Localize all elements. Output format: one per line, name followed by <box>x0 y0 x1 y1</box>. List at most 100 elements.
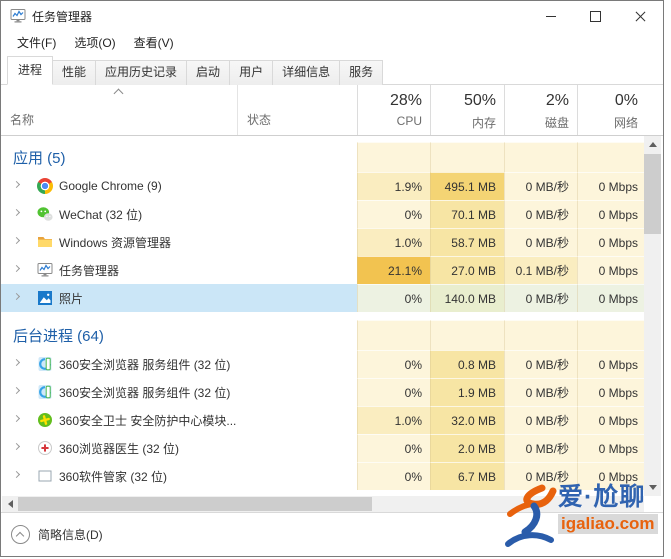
process-table: 应用 (5) Google Chrome (9) 1.9% 495.1 MB 0 MB/… <box>1 136 646 496</box>
triangle-up-icon <box>648 142 657 147</box>
vertical-scrollbar-thumb[interactable] <box>644 154 661 234</box>
watermark-text: 爱·尬聊 igaliao.com <box>558 482 670 556</box>
process-name-cell: 360浏览器医生 (32 位) <box>1 434 237 462</box>
tab-services[interactable]: 服务 <box>339 60 384 85</box>
tab-users[interactable]: 用户 <box>229 60 274 85</box>
vertical-scrollbar[interactable] <box>644 136 661 496</box>
process-name-cell: WeChat (32 位) <box>1 200 237 228</box>
process-row[interactable]: 360安全卫士 安全防护中心模块... 1.0% 32.0 MB 0 MB/秒 0 Mb… <box>1 406 646 434</box>
tab-details[interactable]: 详细信息 <box>272 60 341 85</box>
cpu-total-percent: 28% <box>389 92 422 109</box>
tab-startup[interactable]: 启动 <box>186 60 231 85</box>
tab-processes[interactable]: 进程 <box>7 56 54 85</box>
net-usage-cell: 0 Mbps <box>577 200 646 228</box>
safe360-icon <box>37 412 53 428</box>
disk-usage-cell: 0 MB/秒 <box>504 378 577 406</box>
column-header-memory[interactable]: 50% 内存 <box>430 85 504 135</box>
mem-usage-cell <box>430 142 504 172</box>
process-row[interactable]: WeChat (32 位) 0% 70.1 MB 0 MB/秒 0 Mbps <box>1 200 646 228</box>
mem-usage-cell: 0.8 MB <box>430 350 504 378</box>
process-name-cell: 360安全浏览器 服务组件 (32 位) <box>1 350 237 378</box>
name-column-label: 名称 <box>10 113 35 127</box>
maximize-button[interactable] <box>573 1 618 31</box>
group-header-row[interactable]: 应用 (5) <box>1 142 646 172</box>
column-header-cpu[interactable]: 28% CPU <box>357 85 430 135</box>
browser360-icon <box>37 384 53 400</box>
status-cell <box>237 142 357 172</box>
process-name: Windows 资源管理器 <box>59 235 172 250</box>
memory-total-percent: 50% <box>463 92 496 109</box>
mem-usage-cell: 6.7 MB <box>430 462 504 490</box>
column-header-network[interactable]: 0% 网络 <box>577 85 646 135</box>
cpu-usage-cell: 0% <box>357 350 430 378</box>
column-header-status[interactable]: 状态 <box>237 85 357 135</box>
net-usage-cell: 0 Mbps <box>577 256 646 284</box>
minimize-button[interactable] <box>528 1 573 31</box>
process-name-cell: 360安全浏览器 服务组件 (32 位) <box>1 378 237 406</box>
details-toggle-button[interactable]: 简略信息(D) <box>11 525 103 544</box>
process-name-cell: 照片 <box>1 284 237 312</box>
process-row[interactable]: 360浏览器医生 (32 位) 0% 2.0 MB 0 MB/秒 0 Mbps <box>1 434 646 462</box>
column-header-name[interactable]: 名称 <box>1 85 237 135</box>
expand-chevron-icon[interactable] <box>14 266 20 272</box>
mem-usage-cell <box>430 320 504 350</box>
menu-item-file[interactable]: 文件(F) <box>9 32 64 53</box>
expand-chevron-icon[interactable] <box>14 360 20 366</box>
scroll-left-button[interactable] <box>2 496 18 512</box>
process-row[interactable]: 360安全浏览器 服务组件 (32 位) 0% 0.8 MB 0 MB/秒 0 Mbps <box>1 350 646 378</box>
disk-usage-cell: 0 MB/秒 <box>504 350 577 378</box>
mem-usage-cell: 58.7 MB <box>430 228 504 256</box>
process-name-cell: Windows 资源管理器 <box>1 228 237 256</box>
caption-buttons <box>528 1 663 31</box>
task-manager-icon <box>37 262 53 278</box>
menu-item-options[interactable]: 选项(O) <box>66 32 123 53</box>
expand-chevron-icon[interactable] <box>14 294 20 300</box>
network-column-label: 网络 <box>613 116 638 130</box>
doctor360-icon <box>37 440 53 456</box>
process-row[interactable]: 照片 0% 140.0 MB 0 MB/秒 0 Mbps <box>1 284 646 312</box>
column-header-disk[interactable]: 2% 磁盘 <box>504 85 577 135</box>
photos-icon <box>37 290 53 306</box>
process-name-cell: Google Chrome (9) <box>1 172 237 200</box>
expand-chevron-icon[interactable] <box>14 182 20 188</box>
task-manager-icon <box>10 8 26 24</box>
watermark: 爱·尬聊 igaliao.com <box>502 482 670 556</box>
process-row[interactable]: Google Chrome (9) 1.9% 495.1 MB 0 MB/秒 0 Mbp… <box>1 172 646 200</box>
mem-usage-cell: 2.0 MB <box>430 434 504 462</box>
expand-chevron-icon[interactable] <box>14 238 20 244</box>
task-manager-window: 任务管理器 文件(F) 选项(O) 查看(V) 进程 性能 应用历史记录 启动 用户 详细信息… <box>0 0 664 557</box>
watermark-site: igaliao.com <box>558 514 658 534</box>
status-cell <box>237 228 357 256</box>
group-label: 应用 (5) <box>13 149 66 167</box>
mem-usage-cell: 70.1 MB <box>430 200 504 228</box>
tab-performance[interactable]: 性能 <box>52 60 97 85</box>
group-header-row[interactable]: 后台进程 (64) <box>1 320 646 350</box>
table-header: 名称 状态 28% CPU 50% 内存 2% 磁盘 0% 网络 <box>1 85 663 136</box>
tab-app-history[interactable]: 应用历史记录 <box>95 60 188 85</box>
status-cell <box>237 172 357 200</box>
process-name: 360浏览器医生 (32 位) <box>59 441 180 456</box>
net-usage-cell: 0 Mbps <box>577 284 646 312</box>
process-name-cell: 360软件管家 (32 位) <box>1 462 237 490</box>
process-row[interactable]: 任务管理器 21.1% 27.0 MB 0.1 MB/秒 0 Mbps <box>1 256 646 284</box>
group-label: 后台进程 (64) <box>13 327 104 345</box>
process-row[interactable]: Windows 资源管理器 1.0% 58.7 MB 0 MB/秒 0 Mbps <box>1 228 646 256</box>
process-name: WeChat (32 位) <box>59 207 143 222</box>
close-button[interactable] <box>618 1 663 31</box>
status-cell <box>237 256 357 284</box>
details-toggle-label: 简略信息(D) <box>38 528 103 542</box>
menu-item-view[interactable]: 查看(V) <box>126 32 182 53</box>
expand-chevron-icon[interactable] <box>14 210 20 216</box>
expand-chevron-icon[interactable] <box>14 388 20 394</box>
expand-chevron-icon[interactable] <box>14 416 20 422</box>
tab-strip: 进程 性能 应用历史记录 启动 用户 详细信息 服务 <box>1 53 663 85</box>
watermark-title: 爱·尬聊 <box>558 483 646 511</box>
horizontal-scrollbar-thumb[interactable] <box>18 497 372 511</box>
expand-chevron-icon[interactable] <box>14 472 20 478</box>
net-usage-cell: 0 Mbps <box>577 228 646 256</box>
disk-usage-cell: 0 MB/秒 <box>504 172 577 200</box>
expand-chevron-icon[interactable] <box>14 444 20 450</box>
process-row[interactable]: 360安全浏览器 服务组件 (32 位) 0% 1.9 MB 0 MB/秒 0 Mbps <box>1 378 646 406</box>
scroll-up-button[interactable] <box>644 136 661 153</box>
cpu-usage-cell: 1.0% <box>357 228 430 256</box>
